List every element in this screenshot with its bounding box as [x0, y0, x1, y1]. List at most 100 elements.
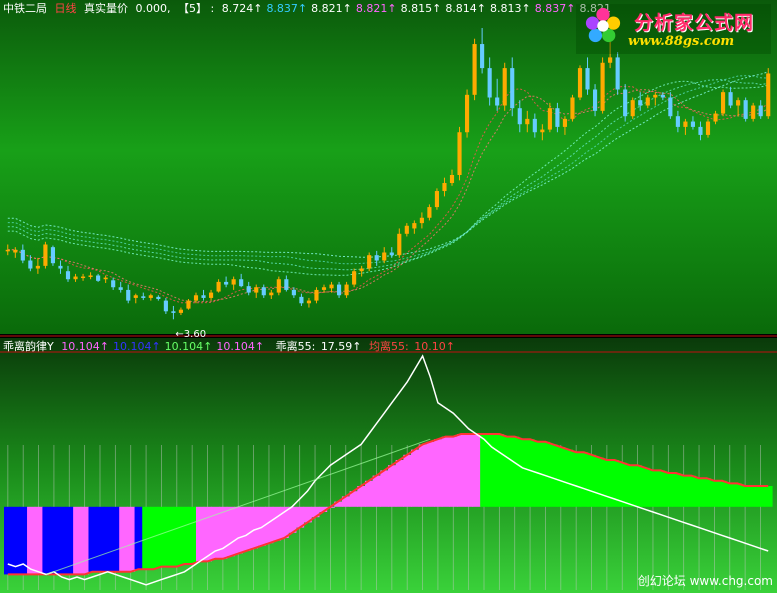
- candle-body: [427, 207, 432, 218]
- candle-body: [525, 118, 530, 125]
- ma-value-8: 8.837↑: [534, 2, 576, 15]
- candle-body: [284, 279, 289, 290]
- bias-bar: [649, 470, 658, 507]
- candle-body: [329, 284, 334, 289]
- candle-body: [766, 73, 771, 117]
- bias-bar: [672, 473, 681, 507]
- candle-body: [713, 113, 718, 122]
- bias-bar: [495, 434, 504, 507]
- bias-bar: [580, 452, 589, 507]
- bias-bar: [80, 506, 90, 575]
- bias-bar: [641, 467, 650, 507]
- candle-body: [638, 100, 643, 106]
- bias-bar: [464, 434, 474, 507]
- candle-body: [705, 121, 711, 135]
- period-label[interactable]: 日线: [55, 2, 77, 15]
- ma-value-2: 8.837↑: [266, 2, 308, 15]
- bias-bar: [518, 439, 527, 507]
- bias-bar: [364, 480, 374, 507]
- candle-body: [502, 68, 507, 106]
- candle-body: [148, 295, 153, 298]
- candle-body: [683, 121, 688, 127]
- bias-bar: [188, 506, 197, 564]
- candle-body: [216, 281, 221, 292]
- bias-bar: [34, 506, 43, 575]
- watermark: 创幻论坛 www.chg.com: [637, 574, 773, 588]
- bias-bar: [679, 475, 689, 507]
- bias-bar: [411, 449, 420, 507]
- bias-bar: [733, 483, 742, 507]
- bias-bar: [165, 506, 174, 567]
- bias-bar: [249, 506, 259, 549]
- candle-body: [660, 94, 665, 98]
- bias-bar: [50, 506, 59, 575]
- candle-body: [193, 295, 199, 301]
- candle-body: [675, 116, 680, 127]
- bias-bar: [96, 506, 105, 572]
- candle-body: [645, 97, 650, 106]
- bias-bar: [357, 486, 366, 507]
- bias-bar: [748, 486, 758, 507]
- bias-indicator-title: 乖离韵律Y: [3, 340, 54, 353]
- bias-bar: [27, 506, 36, 575]
- candle-body: [367, 255, 372, 269]
- bias-header: 乖离韵律Y 10.104↑ 10.104↑ 10.104↑ 10.104↑ 乖离55:…: [3, 339, 459, 355]
- candle-body: [728, 92, 733, 106]
- bias-bar: [564, 449, 573, 507]
- flower-logo-icon: [585, 7, 621, 43]
- bias-bar: [288, 506, 297, 533]
- candle-body: [133, 295, 138, 298]
- candle-body: [111, 280, 116, 288]
- ma-values: 8.724↑ 8.837↑ 8.821↑ 8.821↑ 8.815↑ 8.814↑ 8.81…: [222, 2, 615, 15]
- bias-bar: [134, 506, 143, 570]
- bias-bar: [664, 473, 673, 507]
- logo-url: www.88gs.com: [628, 34, 735, 49]
- candle-body: [698, 126, 703, 135]
- candle-body: [50, 247, 56, 264]
- bias-bar: [633, 465, 643, 507]
- candle-body: [276, 279, 281, 293]
- candle-body: [291, 289, 296, 296]
- candle-body: [540, 129, 545, 133]
- bias-bar: [234, 506, 243, 554]
- candle-body: [653, 94, 658, 98]
- bias-bar: [510, 436, 520, 507]
- site-logo[interactable]: 分析家公式网 www.88gs.com: [576, 4, 771, 54]
- bias-bar: [180, 506, 189, 564]
- bias-bar: [149, 506, 159, 570]
- candle-body: [306, 300, 312, 304]
- candle-body: [510, 68, 515, 109]
- candle-body: [321, 287, 327, 290]
- candle-body: [5, 249, 10, 252]
- candle-body: [449, 175, 455, 184]
- candle-body: [487, 68, 492, 98]
- bias-bar: [764, 486, 773, 507]
- bias-bar: [418, 444, 427, 507]
- candle-body: [577, 68, 583, 98]
- candle-body: [585, 68, 590, 90]
- candle-body: [736, 100, 741, 106]
- candle-body: [96, 275, 101, 281]
- bias-bar: [441, 436, 451, 507]
- candle-body: [73, 276, 78, 280]
- candle-body: [43, 244, 48, 266]
- candle-body: [751, 105, 756, 119]
- bias-bar: [126, 506, 136, 572]
- candle-body: [314, 289, 319, 301]
- candle-body: [615, 57, 620, 90]
- candle-body: [668, 97, 673, 117]
- candle-body: [118, 287, 123, 290]
- candle-body: [555, 108, 560, 127]
- candle-body: [359, 268, 364, 272]
- indicator-name: 真实量价: [84, 2, 128, 15]
- bias-bar: [756, 486, 765, 507]
- bias-bar: [172, 506, 182, 567]
- bias-bar: [457, 434, 466, 507]
- candle-body: [65, 271, 71, 280]
- bias-bar: [556, 447, 566, 507]
- bias-bar: [88, 506, 97, 572]
- bias-bar: [480, 434, 489, 507]
- bias-bar: [426, 441, 435, 507]
- candle-body: [532, 118, 537, 133]
- candle-body: [547, 108, 552, 130]
